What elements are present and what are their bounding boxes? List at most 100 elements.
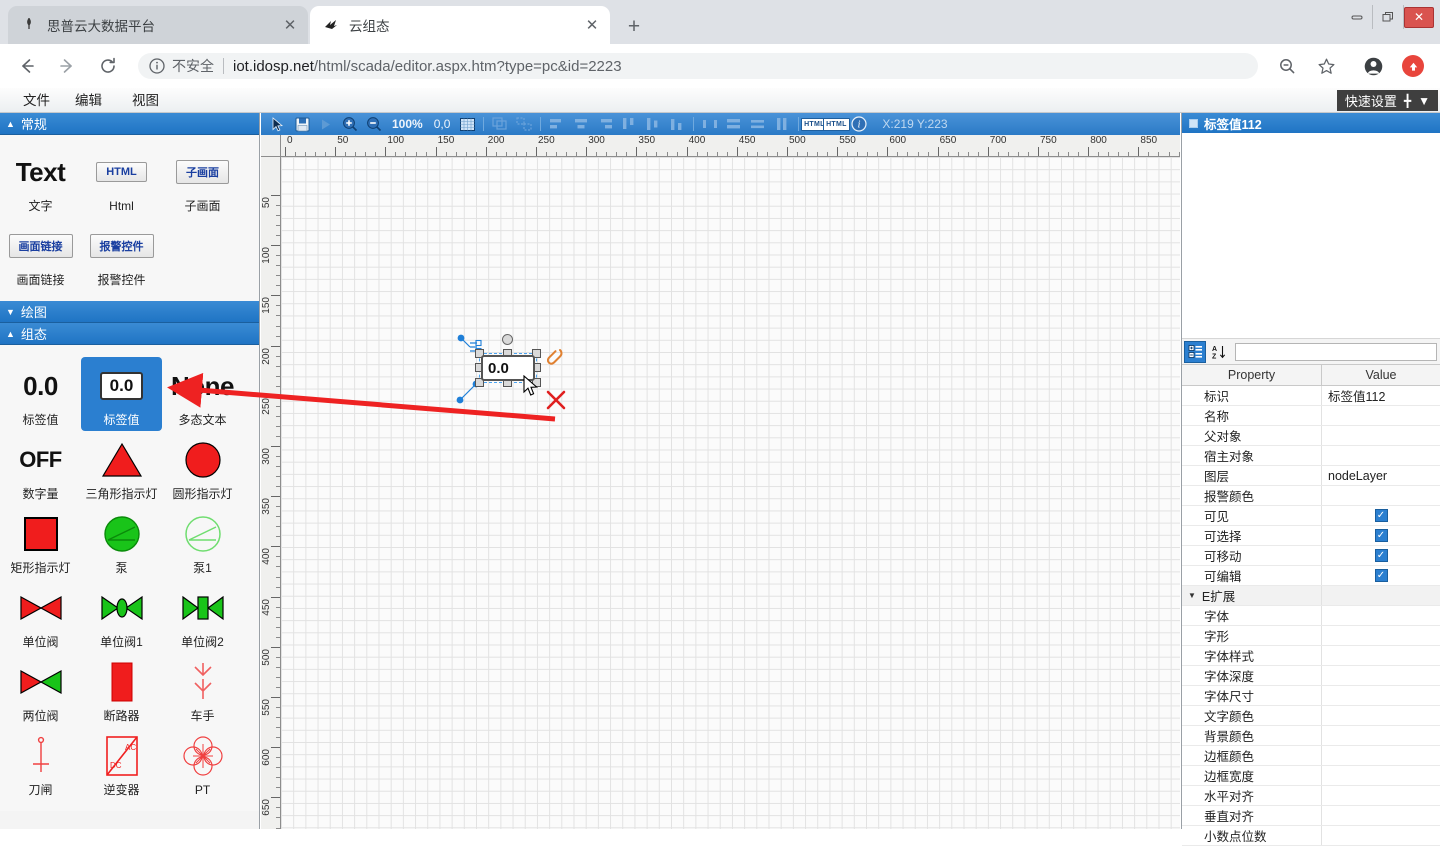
- palette-item-handcart[interactable]: 车手: [162, 653, 243, 727]
- distribute-h-icon[interactable]: [699, 115, 721, 134]
- palette-item-digital[interactable]: OFF 数字量: [0, 431, 81, 505]
- extension-icon[interactable]: [1398, 51, 1428, 81]
- palette-item-text[interactable]: Text 文字: [0, 143, 81, 217]
- menu-item-file[interactable]: 文件: [18, 92, 55, 109]
- property-value[interactable]: ✓: [1322, 546, 1440, 565]
- info-circle-icon[interactable]: i: [848, 115, 870, 134]
- property-value[interactable]: ✓: [1322, 566, 1440, 585]
- caret-icon[interactable]: ▼: [1188, 591, 1196, 600]
- browser-tab-2[interactable]: 云组态 ✕: [310, 6, 610, 44]
- paperclip-icon[interactable]: [547, 347, 565, 367]
- property-row[interactable]: 垂直对齐: [1182, 806, 1440, 826]
- property-row[interactable]: 图层nodeLayer: [1182, 466, 1440, 486]
- move-icon[interactable]: ╋: [1404, 94, 1411, 108]
- palette-item-knife-switch[interactable]: 刀闸: [0, 727, 81, 801]
- browser-tab-1[interactable]: 思普云大数据平台 ✕: [8, 6, 308, 44]
- forward-arrow-icon[interactable]: [52, 51, 82, 81]
- property-row[interactable]: 背景颜色: [1182, 726, 1440, 746]
- property-row[interactable]: 边框颜色: [1182, 746, 1440, 766]
- property-value[interactable]: [1322, 446, 1440, 465]
- property-value[interactable]: [1322, 426, 1440, 445]
- palette-group-header-scada[interactable]: ▲ 组态: [0, 323, 259, 345]
- minimize-button[interactable]: [1342, 5, 1372, 29]
- property-row[interactable]: 宿主对象: [1182, 446, 1440, 466]
- reload-icon[interactable]: [93, 51, 123, 81]
- zoom-level[interactable]: 100%: [392, 117, 423, 131]
- property-row[interactable]: 标识标签值112: [1182, 386, 1440, 406]
- canvas-page[interactable]: 0.0: [281, 157, 1180, 829]
- property-value[interactable]: nodeLayer: [1322, 466, 1440, 485]
- property-value[interactable]: [1322, 786, 1440, 805]
- properties-filter-input[interactable]: [1235, 343, 1437, 361]
- rotate-handle-icon[interactable]: [502, 334, 513, 345]
- same-size-icon[interactable]: [771, 115, 793, 134]
- palette-item-subscreen[interactable]: 子画面 子画面: [162, 143, 243, 217]
- property-row[interactable]: ▼E扩展: [1182, 586, 1440, 606]
- palette-item-triangle-indicator[interactable]: 三角形指示灯: [81, 431, 162, 505]
- align-center-h-icon[interactable]: [570, 115, 592, 134]
- property-value[interactable]: [1322, 686, 1440, 705]
- ungroup-icon[interactable]: [513, 115, 535, 134]
- palette-item-pump1[interactable]: 泵1: [162, 505, 243, 579]
- property-row[interactable]: 字形: [1182, 626, 1440, 646]
- property-row[interactable]: 报警颜色: [1182, 486, 1440, 506]
- palette-item-inverter[interactable]: AC DC 逆变器: [81, 727, 162, 801]
- property-value[interactable]: [1322, 726, 1440, 745]
- property-value[interactable]: [1322, 406, 1440, 425]
- property-row[interactable]: 父对象: [1182, 426, 1440, 446]
- property-row[interactable]: 可选择✓: [1182, 526, 1440, 546]
- property-row[interactable]: 水平对齐: [1182, 786, 1440, 806]
- new-tab-button[interactable]: +: [620, 12, 648, 40]
- grid-icon[interactable]: [456, 115, 478, 134]
- property-row[interactable]: 边框宽度: [1182, 766, 1440, 786]
- property-row[interactable]: 字体样式: [1182, 646, 1440, 666]
- palette-item-rect-indicator[interactable]: 矩形指示灯: [0, 505, 81, 579]
- group-icon[interactable]: [489, 115, 511, 134]
- align-left-icon[interactable]: [546, 115, 568, 134]
- align-right-icon[interactable]: [594, 115, 616, 134]
- info-circle-icon[interactable]: [148, 57, 166, 75]
- restore-button[interactable]: [1372, 5, 1403, 29]
- property-row[interactable]: 字体深度: [1182, 666, 1440, 686]
- align-middle-icon[interactable]: [642, 115, 664, 134]
- property-checkbox[interactable]: ✓: [1375, 509, 1388, 522]
- zoom-in-icon[interactable]: [339, 115, 361, 134]
- red-x-icon[interactable]: [545, 389, 567, 411]
- close-button[interactable]: ✕: [1403, 5, 1434, 29]
- property-value[interactable]: [1322, 606, 1440, 625]
- palette-item-screen-link[interactable]: 画面链接 画面链接: [0, 217, 81, 291]
- palette-item-multistate-text[interactable]: None 多态文本: [162, 357, 243, 431]
- zoom-out-icon[interactable]: [363, 115, 385, 134]
- property-row[interactable]: 小数点位数: [1182, 826, 1440, 846]
- property-value[interactable]: [1322, 666, 1440, 685]
- quick-settings-button[interactable]: 快速设置 ╋ ▼: [1337, 90, 1438, 111]
- property-value[interactable]: ✓: [1322, 506, 1440, 525]
- zoom-out-icon[interactable]: [1272, 51, 1302, 81]
- property-value[interactable]: ✓: [1322, 526, 1440, 545]
- same-width-icon[interactable]: [723, 115, 745, 134]
- palette-item-valve[interactable]: 单位阀: [0, 579, 81, 653]
- palette-item-circle-indicator[interactable]: 圆形指示灯: [162, 431, 243, 505]
- categorize-icon[interactable]: [1184, 341, 1206, 363]
- property-checkbox[interactable]: ✓: [1375, 529, 1388, 542]
- palette-item-breaker[interactable]: 断路器: [81, 653, 162, 727]
- palette-item-alarm-widget[interactable]: 报警控件 报警控件: [81, 217, 162, 291]
- cursor-arrow-icon[interactable]: [267, 115, 289, 134]
- align-bottom-icon[interactable]: [666, 115, 688, 134]
- sort-alpha-icon[interactable]: A Z: [1208, 341, 1230, 363]
- palette-group-header-draw[interactable]: ▼ 绘图: [0, 301, 259, 323]
- palette-item-two-position-valve[interactable]: 两位阀: [0, 653, 81, 727]
- close-icon[interactable]: ✕: [1404, 7, 1434, 28]
- floppy-save-icon[interactable]: [291, 115, 313, 134]
- property-value[interactable]: [1322, 746, 1440, 765]
- align-top-icon[interactable]: [618, 115, 640, 134]
- bookmark-star-icon[interactable]: [1311, 51, 1341, 81]
- menu-item-view[interactable]: 视图: [127, 92, 164, 109]
- palette-item-pump[interactable]: 泵: [81, 505, 162, 579]
- palette-item-valve2[interactable]: 单位阀2: [162, 579, 243, 653]
- property-value[interactable]: [1322, 646, 1440, 665]
- property-value[interactable]: [1322, 626, 1440, 645]
- extension-badge[interactable]: [1402, 55, 1424, 77]
- tab-close-icon[interactable]: ✕: [581, 14, 603, 36]
- tab-close-icon[interactable]: ✕: [279, 14, 301, 36]
